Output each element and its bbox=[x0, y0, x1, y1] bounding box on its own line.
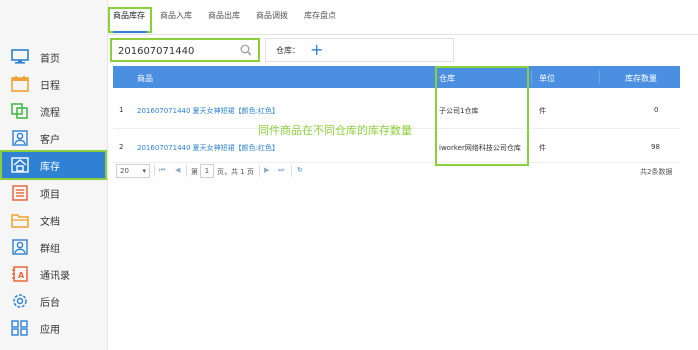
tab-bar: 商品库存 商品入库 商品出库 商品调拨 库存盘点 bbox=[107, 0, 698, 35]
quantity-cell: 98 bbox=[651, 143, 660, 151]
sidebar-item-label: 通讯录 bbox=[40, 270, 70, 282]
product-link[interactable]: 201607071440 夏天女神短裙【颜色:红色】 bbox=[137, 143, 279, 153]
svg-text:A: A bbox=[18, 271, 25, 280]
sidebar-item-label: 日程 bbox=[40, 80, 60, 92]
total-records: 共2条数据 bbox=[640, 168, 673, 176]
sidebar-item-project[interactable]: 项目 bbox=[0, 180, 107, 206]
sidebar-item-label: 库存 bbox=[40, 161, 60, 173]
sidebar-item-process[interactable]: 流程 bbox=[0, 98, 107, 124]
quantity-cell: 0 bbox=[654, 106, 659, 114]
sidebar-item-label: 客户 bbox=[40, 134, 60, 146]
tab-product-transfer[interactable]: 商品调拨 bbox=[256, 10, 288, 21]
customer-icon bbox=[10, 128, 30, 148]
row-index: 2 bbox=[119, 143, 124, 151]
tab-active-underline bbox=[113, 31, 147, 33]
sidebar-item-contacts[interactable]: A 通讯录 bbox=[0, 261, 107, 287]
sidebar-item-label: 文档 bbox=[40, 216, 60, 228]
row-index: 1 bbox=[119, 106, 124, 114]
sidebar-item-inventory[interactable]: 库存 bbox=[0, 150, 107, 180]
column-header-product[interactable]: 商品 bbox=[137, 73, 153, 84]
gear-icon bbox=[10, 291, 30, 311]
table-header: 商品 仓库 单位 库存数量 bbox=[113, 66, 680, 88]
project-icon bbox=[10, 183, 30, 203]
warehouse-icon bbox=[10, 155, 30, 175]
page-prefix: 第 bbox=[191, 168, 198, 176]
sidebar-item-label: 流程 bbox=[40, 107, 60, 119]
sidebar-item-admin[interactable]: 后台 bbox=[0, 288, 107, 314]
calendar-icon bbox=[10, 74, 30, 94]
product-link[interactable]: 201607071440 夏天女神短裙【颜色:红色】 bbox=[137, 106, 279, 116]
sidebar-item-apps[interactable]: 应用 bbox=[0, 315, 107, 341]
page-suffix: 页，共 1 页 bbox=[217, 168, 254, 176]
sidebar-item-group[interactable]: 群组 bbox=[0, 234, 107, 260]
search-input[interactable] bbox=[116, 42, 238, 60]
unit-cell: 件 bbox=[539, 107, 546, 115]
last-page-icon[interactable]: ⏭ bbox=[278, 166, 284, 175]
sidebar-item-label: 应用 bbox=[40, 324, 60, 336]
pagination-bar: 20 ▾ ⏮ ◀ 第 1 页，共 1 页 ▶ ⏭ ↻ 共2条数据 bbox=[113, 164, 680, 180]
column-header-unit[interactable]: 单位 bbox=[539, 73, 555, 84]
sidebar-item-documents[interactable]: 文档 bbox=[0, 207, 107, 233]
column-separator bbox=[531, 70, 532, 84]
sidebar-item-customer[interactable]: 客户 bbox=[0, 125, 107, 151]
sidebar: 首页 日程 流程 客户 库存 项目 文档 群组 A 通讯录 后台 应用 bbox=[0, 0, 108, 350]
address-book-icon: A bbox=[10, 264, 30, 284]
apps-icon bbox=[10, 318, 30, 338]
tab-product-inventory[interactable]: 商品库存 bbox=[113, 10, 145, 21]
tab-product-outbound[interactable]: 商品出库 bbox=[208, 10, 240, 21]
folder-icon bbox=[10, 210, 30, 230]
flow-icon bbox=[10, 101, 30, 121]
search-box bbox=[110, 38, 260, 62]
sidebar-item-label: 首页 bbox=[40, 53, 60, 65]
column-header-quantity[interactable]: 库存数量 bbox=[625, 73, 657, 84]
warehouse-highlight-box bbox=[435, 66, 529, 166]
sidebar-item-label: 后台 bbox=[40, 297, 60, 309]
tab-product-inbound[interactable]: 商品入库 bbox=[160, 10, 192, 21]
group-icon bbox=[10, 237, 30, 257]
page-number-input[interactable]: 1 bbox=[200, 164, 214, 178]
row-divider bbox=[113, 162, 680, 163]
annotation-text: 同件商品在不同仓库的库存数量 bbox=[258, 124, 412, 137]
warehouse-filter: 仓库： + bbox=[265, 38, 454, 62]
page-size-select[interactable]: 20 ▾ bbox=[116, 164, 150, 178]
refresh-icon[interactable]: ↻ bbox=[297, 166, 303, 174]
pager-separator bbox=[154, 165, 155, 177]
pager-separator bbox=[291, 165, 292, 177]
search-icon[interactable] bbox=[240, 44, 252, 56]
sidebar-item-label: 项目 bbox=[40, 189, 60, 201]
sidebar-item-label: 群组 bbox=[40, 243, 60, 255]
monitor-icon bbox=[10, 47, 30, 67]
pager-separator bbox=[186, 165, 187, 177]
column-separator bbox=[599, 70, 600, 84]
next-page-icon[interactable]: ▶ bbox=[264, 166, 269, 174]
sidebar-item-home[interactable]: 首页 bbox=[0, 44, 107, 70]
first-page-icon[interactable]: ⏮ bbox=[159, 166, 165, 175]
pager-separator bbox=[259, 165, 260, 177]
page-size-value: 20 bbox=[120, 167, 129, 175]
prev-page-icon[interactable]: ◀ bbox=[175, 166, 180, 174]
caret-down-icon: ▾ bbox=[142, 167, 146, 175]
add-warehouse-button[interactable]: + bbox=[310, 40, 323, 59]
unit-cell: 件 bbox=[539, 144, 546, 152]
tab-inventory-count[interactable]: 库存盘点 bbox=[304, 10, 336, 21]
sidebar-item-schedule[interactable]: 日程 bbox=[0, 71, 107, 97]
warehouse-filter-label: 仓库： bbox=[276, 46, 300, 55]
